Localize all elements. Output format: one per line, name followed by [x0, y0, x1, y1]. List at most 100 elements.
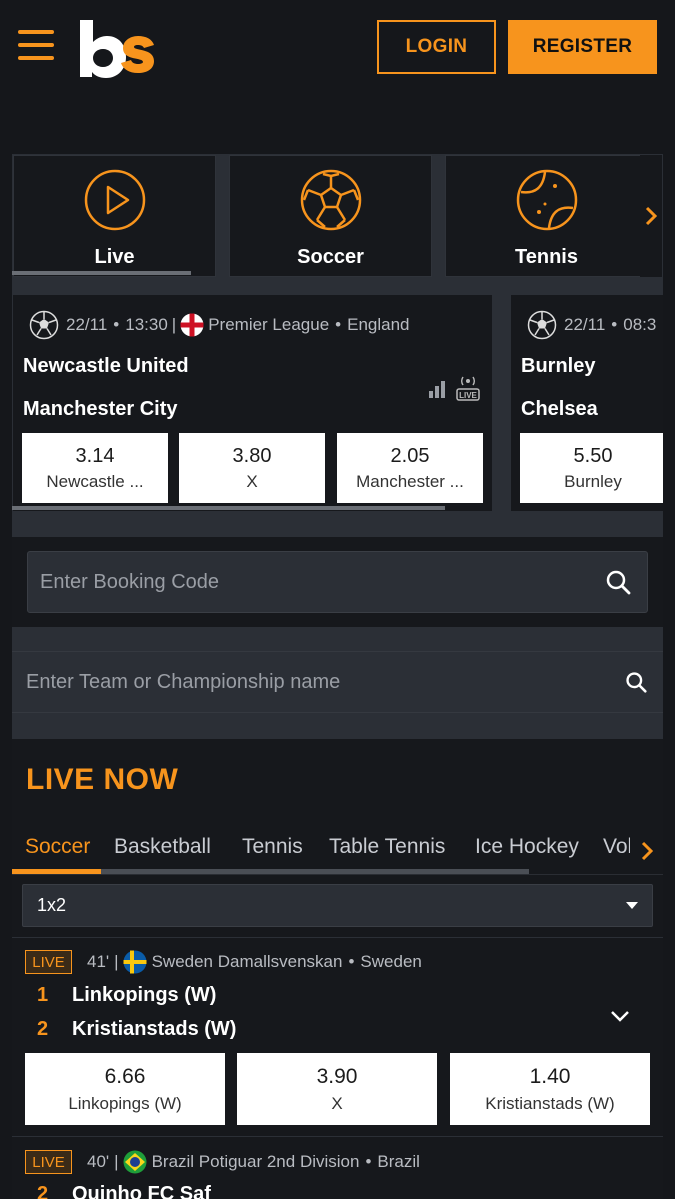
live-badge: LIVE [25, 950, 72, 974]
home-team: Burnley [521, 355, 596, 377]
sports-scrollbar[interactable] [12, 271, 191, 275]
market-select[interactable]: 1x2 [22, 884, 653, 927]
divider [12, 713, 663, 739]
chevron-right-icon [645, 206, 658, 226]
match-time: 08:3 [623, 315, 657, 334]
odd-button-draw[interactable]: 3.80 X [179, 433, 325, 503]
team-search-box [12, 651, 663, 713]
home-rank: 1 [37, 984, 49, 1006]
live-event[interactable]: LIVE 41' | Sweden Damallsvenskan • Swede… [12, 937, 663, 1136]
featured-matches: 22/11 • 13:30 | Premier League • England… [12, 294, 663, 537]
odd-button-away[interactable]: 1.40 Kristianstads (W) [450, 1053, 650, 1125]
odd-label: Manchester ... [356, 471, 464, 491]
tab-table-tennis[interactable]: Table Tennis [329, 835, 445, 859]
live-now-title: LIVE NOW [26, 763, 179, 796]
match-date: 22/11 [66, 315, 108, 334]
odd-value: 2.05 [390, 444, 430, 467]
search-icon[interactable] [625, 671, 647, 693]
odd-button-home[interactable]: 3.14 Newcastle ... [22, 433, 168, 503]
sport-label-tennis: Tennis [515, 246, 578, 268]
odd-value: 6.66 [104, 1064, 146, 1088]
away-team: Kristianstads (W) [72, 1018, 237, 1040]
odd-value: 5.50 [573, 444, 613, 467]
header: LOGIN REGISTER [0, 0, 675, 100]
tab-soccer[interactable]: Soccer [25, 835, 90, 859]
odd-label: Newcastle ... [46, 471, 144, 491]
sport-card-live[interactable]: Live [13, 155, 216, 277]
away-team: Chelsea [521, 398, 598, 420]
play-icon [84, 169, 145, 231]
odd-value: 3.14 [75, 444, 115, 467]
brazil-flag-icon [123, 1150, 147, 1174]
live-badge: LIVE [25, 1150, 72, 1174]
booking-input-box [27, 551, 648, 613]
booking-section [12, 537, 663, 627]
away-team: Manchester City [23, 398, 178, 420]
sport-label-soccer: Soccer [297, 246, 364, 268]
sport-tabs: Soccer Basketball Tennis Table Tennis Ic… [12, 831, 663, 871]
stats-icon[interactable] [427, 379, 447, 399]
soccer-ball-icon [300, 169, 361, 231]
home-rank: 2 [37, 1183, 49, 1199]
match-card[interactable]: 22/11 • 13:30 | Premier League • England… [13, 295, 492, 511]
tab-tennis[interactable]: Tennis [242, 835, 303, 859]
odd-value: 3.90 [316, 1064, 358, 1088]
england-flag-icon [180, 313, 204, 337]
team-search-input[interactable] [12, 652, 663, 712]
search-icon[interactable] [605, 569, 631, 595]
matches-scrollbar[interactable] [12, 506, 445, 510]
odd-label: Linkopings (W) [68, 1093, 182, 1113]
sport-card-tennis[interactable]: Tennis [445, 155, 648, 277]
tennis-ball-icon [516, 169, 577, 231]
match-league: Premier League [208, 315, 330, 334]
event-meta: 40' | Brazil Potiguar 2nd Division • Bra… [87, 1150, 420, 1174]
live-stream-icon[interactable]: LIVE [456, 375, 480, 401]
odd-label: X [331, 1093, 343, 1113]
event-minute: 40' [87, 1152, 110, 1171]
caret-down-icon [626, 902, 638, 909]
sports-next-arrow[interactable] [640, 155, 662, 277]
soccer-ball-icon [527, 310, 557, 340]
brand-logo[interactable] [76, 16, 156, 78]
match-card[interactable]: 22/11 • 08:3 Burnley Chelsea 5.50 Burnle… [511, 295, 663, 511]
odd-label: Kristianstads (W) [485, 1093, 615, 1113]
chevron-down-icon[interactable] [608, 1004, 632, 1028]
match-country: England [347, 315, 410, 334]
booking-code-input[interactable] [28, 552, 647, 612]
home-team: Quinho FC Saf [72, 1183, 211, 1199]
event-country: Sweden [360, 952, 422, 971]
match-meta: 22/11 • 13:30 | Premier League • England [29, 310, 410, 340]
odd-button-draw[interactable]: 3.90 X [237, 1053, 437, 1125]
register-button[interactable]: REGISTER [508, 20, 657, 74]
tab-ice-hockey[interactable]: Ice Hockey [475, 835, 579, 859]
login-button[interactable]: LOGIN [377, 20, 496, 74]
home-team: Linkopings (W) [72, 984, 217, 1006]
live-now-section: LIVE NOW Soccer Basketball Tennis Table … [12, 739, 663, 1199]
match-date: 22/11 [564, 315, 606, 334]
odd-button-home[interactable]: 6.66 Linkopings (W) [25, 1053, 225, 1125]
event-competition: Sweden Damallsvenskan [151, 952, 343, 971]
chevron-right-icon [641, 841, 653, 861]
odd-label: X [246, 471, 258, 491]
odd-button-away[interactable]: 2.05 Manchester ... [337, 433, 483, 503]
event-meta: 41' | Sweden Damallsvenskan • Sweden [87, 950, 422, 974]
home-team: Newcastle United [23, 355, 189, 377]
live-event[interactable]: LIVE 40' | Brazil Potiguar 2nd Division … [12, 1136, 663, 1199]
sport-card-soccer[interactable]: Soccer [229, 155, 432, 277]
hamburger-menu-icon[interactable] [18, 30, 54, 62]
divider [12, 874, 663, 875]
away-rank: 2 [37, 1018, 49, 1040]
odd-button-home[interactable]: 5.50 Burnley [520, 433, 663, 503]
tabs-next-arrow[interactable] [630, 831, 663, 871]
tab-basketball[interactable]: Basketball [114, 835, 211, 859]
soccer-ball-icon [29, 310, 59, 340]
event-country: Brazil [377, 1152, 420, 1171]
event-competition: Brazil Potiguar 2nd Division [151, 1152, 360, 1171]
match-meta: 22/11 • 08:3 [527, 310, 656, 340]
odd-value: 3.80 [232, 444, 272, 467]
match-time: 13:30 [125, 315, 168, 334]
sweden-flag-icon [123, 950, 147, 974]
odd-value: 1.40 [529, 1064, 571, 1088]
sport-label-live: Live [94, 246, 135, 268]
market-select-value: 1x2 [37, 895, 67, 915]
